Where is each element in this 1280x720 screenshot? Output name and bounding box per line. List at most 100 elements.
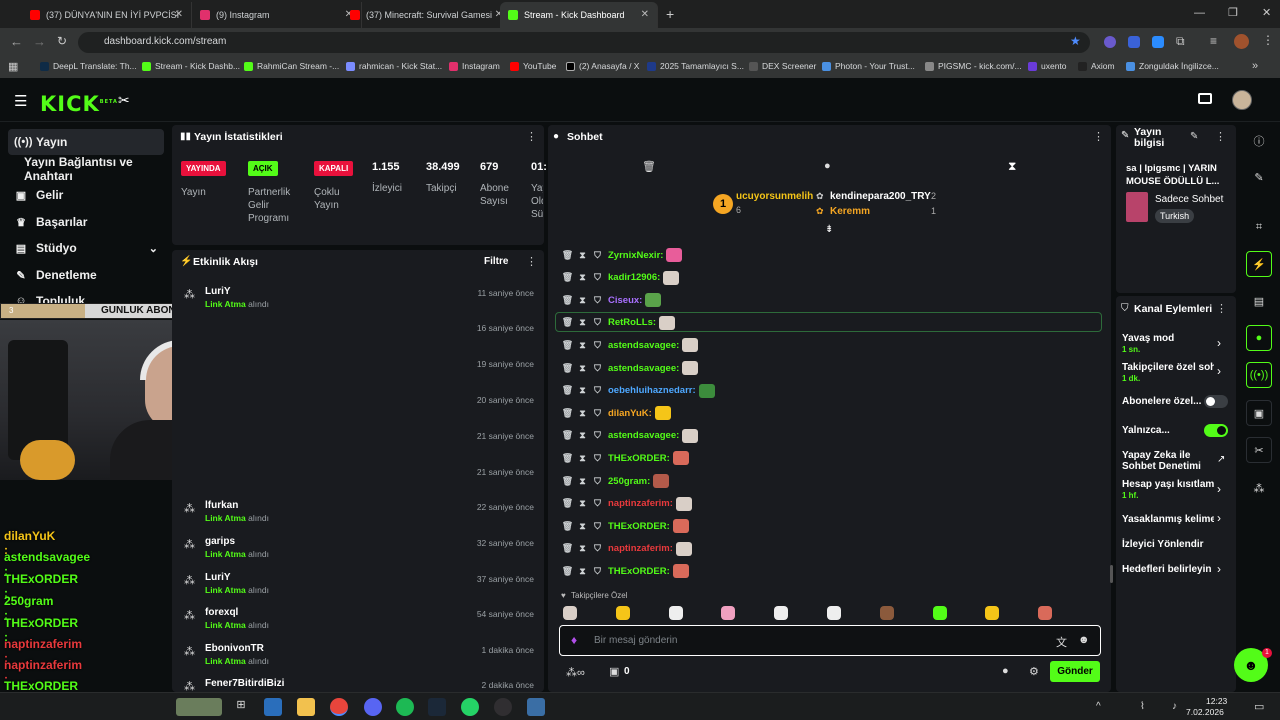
- hourglass-icon[interactable]: ⧗: [575, 295, 590, 306]
- microphone-icon[interactable]: ♦: [571, 633, 577, 647]
- top-gifter-name[interactable]: Keremm: [830, 206, 870, 217]
- chat-username[interactable]: kadir12906:: [608, 272, 660, 283]
- trash-icon[interactable]: 🗑: [560, 317, 575, 328]
- user-avatar[interactable]: [1232, 90, 1252, 110]
- discord-icon[interactable]: [364, 698, 382, 716]
- bookmark[interactable]: (2) Anasayfa / X: [566, 61, 639, 71]
- file-explorer-icon[interactable]: [264, 698, 282, 716]
- banned-words[interactable]: Yasaklanmış kelimel: [1122, 514, 1214, 525]
- stream-preview-icon[interactable]: [1198, 93, 1212, 104]
- trash-icon[interactable]: 🗑: [560, 295, 575, 306]
- hourglass-icon[interactable]: ⧗: [1008, 159, 1016, 174]
- filter-button[interactable]: Filtre: [484, 256, 508, 267]
- chat-username[interactable]: 250gram:: [608, 476, 650, 487]
- trash-icon[interactable]: 🗑: [560, 521, 575, 532]
- bookmark[interactable]: uxento: [1028, 61, 1067, 71]
- trash-icon[interactable]: 🗑: [560, 430, 575, 441]
- shield-icon[interactable]: ⛉: [590, 250, 605, 261]
- chrome-icon[interactable]: [330, 698, 348, 716]
- send-button[interactable]: Gönder: [1050, 661, 1100, 682]
- chat-username[interactable]: naptinzaferim:: [608, 543, 673, 554]
- emote-button[interactable]: [615, 606, 630, 620]
- tab-youtube-1[interactable]: (37) DÜNYA'NIN EN İYİ PVPCİSİ ✕: [22, 2, 192, 28]
- menu-icon[interactable]: ⋮: [1262, 33, 1274, 47]
- bookmark-star-icon[interactable]: ★: [1070, 34, 1081, 48]
- minimize-icon[interactable]: —: [1194, 7, 1205, 19]
- chat-username[interactable]: RetRoLLs:: [608, 317, 656, 328]
- volume-icon[interactable]: ♪: [1172, 701, 1177, 712]
- bookmark[interactable]: Axiom: [1078, 61, 1115, 71]
- chevron-right-icon[interactable]: ›: [1217, 482, 1221, 496]
- tray-chevron-icon[interactable]: ^: [1096, 701, 1101, 712]
- extension-icon[interactable]: [1152, 36, 1164, 48]
- tab-instagram[interactable]: (9) Instagram ✕: [192, 2, 362, 28]
- task-view-icon[interactable]: ⊞: [232, 698, 250, 716]
- bookmark[interactable]: RahmiCan Stream -...: [244, 61, 339, 71]
- raid-viewers[interactable]: İzleyici Yönlendir: [1122, 539, 1214, 550]
- emote-button[interactable]: [721, 606, 736, 620]
- hamburger-icon[interactable]: ☰: [14, 92, 27, 110]
- collapse-icon[interactable]: ⇟: [825, 224, 833, 235]
- subscribers-only-mode[interactable]: Abonelere özel...: [1122, 396, 1202, 407]
- shield-icon[interactable]: ⛉: [590, 543, 605, 554]
- emoji-icon[interactable]: ☻: [1078, 634, 1090, 646]
- sidebar-item-basarilar[interactable]: ♛ Başarılar: [8, 209, 164, 235]
- hourglass-icon[interactable]: ⧗: [575, 543, 590, 554]
- scrollbar[interactable]: [1110, 565, 1113, 583]
- bookmark[interactable]: Photon - Your Trust...: [822, 61, 915, 71]
- whatsapp-icon[interactable]: [461, 698, 479, 716]
- close-icon[interactable]: ✕: [175, 9, 183, 20]
- emote-button[interactable]: [985, 606, 1000, 620]
- network-icon[interactable]: ⌇: [1140, 701, 1145, 712]
- window-close-icon[interactable]: ✕: [1262, 6, 1271, 19]
- trash-icon[interactable]: 🗑: [560, 340, 575, 351]
- activity-user[interactable]: LuriY: [205, 286, 231, 297]
- bookmark[interactable]: PIGSMC - kick.com/...: [925, 61, 1022, 71]
- emote-only-mode[interactable]: Yalnızca...: [1122, 425, 1202, 436]
- chat-username[interactable]: THExORDER:: [608, 566, 670, 577]
- chat-username[interactable]: oebehluihaznedarr:: [608, 385, 696, 396]
- more-bookmarks-icon[interactable]: »: [1252, 60, 1258, 72]
- back-icon[interactable]: ←: [10, 34, 23, 49]
- account-age-restriction[interactable]: Hesap yaşı kısıtlama 1 hf.: [1122, 479, 1214, 501]
- trash-icon[interactable]: 🗑: [560, 363, 575, 374]
- shield-icon[interactable]: ⛉: [590, 476, 605, 487]
- settings-icon[interactable]: ⚙: [1029, 665, 1039, 678]
- clock-date[interactable]: 7.02.2026: [1186, 707, 1224, 717]
- info-icon[interactable]: ⓘ: [1246, 128, 1272, 154]
- sidebar-item-gelir[interactable]: ▣ Gelir: [8, 182, 164, 208]
- trash-icon[interactable]: 🗑: [560, 543, 575, 554]
- activity-user[interactable]: garips: [205, 536, 235, 547]
- chat-username[interactable]: ZyrnixNexir:: [608, 250, 663, 261]
- taskbar-widget[interactable]: [176, 698, 222, 716]
- emote-button[interactable]: [563, 606, 577, 620]
- tools-icon[interactable]: ✂: [118, 92, 130, 109]
- apps-icon[interactable]: ▦: [8, 60, 18, 73]
- bookmark[interactable]: Instagram: [449, 61, 500, 71]
- new-tab-icon[interactable]: +: [666, 6, 674, 22]
- activity-user[interactable]: EbonivonTR: [205, 643, 264, 654]
- activity-user[interactable]: lfurkan: [205, 500, 238, 511]
- emote-button[interactable]: [774, 606, 789, 620]
- hourglass-icon[interactable]: ⧗: [575, 430, 590, 441]
- puzzle-icon[interactable]: ⧉: [1176, 34, 1185, 49]
- shield-icon[interactable]: ⛉: [590, 566, 605, 577]
- shield-icon[interactable]: ⛉: [590, 498, 605, 509]
- bookmark[interactable]: DEX Screener: [749, 61, 816, 71]
- slow-mode[interactable]: Yavaş mod 1 sn.: [1122, 333, 1214, 355]
- translate-icon[interactable]: 文: [1056, 634, 1067, 650]
- activity-user[interactable]: Fener7BitirdiBizi: [205, 678, 284, 689]
- obs-icon[interactable]: [494, 698, 512, 716]
- edit-icon[interactable]: ✎: [1246, 164, 1272, 190]
- sidebar-item-stream-key[interactable]: Yayın Bağlantısı ve Anahtarı: [8, 155, 164, 183]
- bookmark[interactable]: Stream - Kick Dashb...: [142, 61, 240, 71]
- more-icon[interactable]: ⋮: [1216, 302, 1227, 315]
- chevron-right-icon[interactable]: ›: [1217, 562, 1221, 576]
- url-field[interactable]: dashboard.kick.com/stream: [78, 32, 1090, 53]
- chat-username[interactable]: naptinzaferim:: [608, 498, 673, 509]
- hourglass-icon[interactable]: ⧗: [575, 385, 590, 396]
- top-gifter-name[interactable]: ucuyorsunmelih: [736, 191, 813, 202]
- external-link-icon[interactable]: ↗: [1217, 454, 1225, 465]
- chevron-right-icon[interactable]: ›: [1217, 511, 1221, 525]
- hourglass-icon[interactable]: ⧗: [575, 498, 590, 509]
